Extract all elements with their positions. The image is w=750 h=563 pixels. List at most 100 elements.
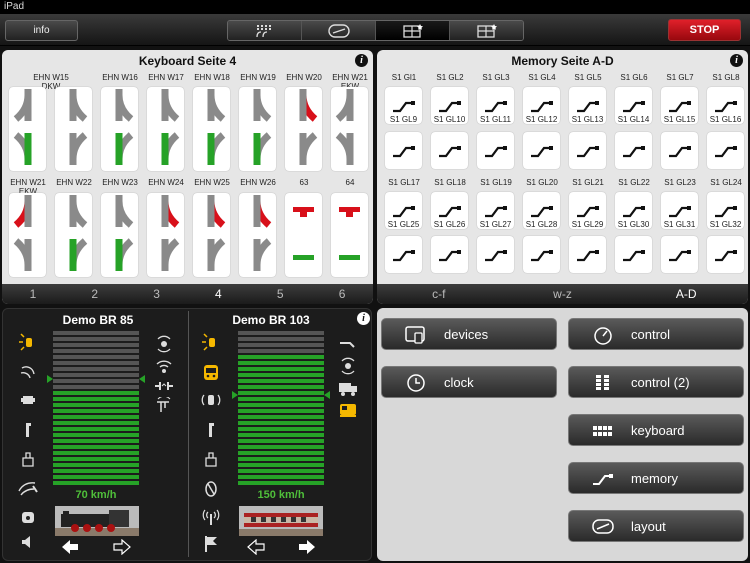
memory-route-button[interactable]: S1 GL26 [431,192,468,229]
memory-route-button[interactable]: S1 GL14 [615,87,652,124]
layout-button[interactable]: layout [568,510,744,542]
memory-route-button[interactable] [661,132,698,169]
memory-route-button[interactable]: S1 GL15 [661,87,698,124]
memory-button[interactable]: memory [568,462,744,494]
devices-button[interactable]: devices [381,318,557,350]
layout-view-tab[interactable] [302,21,376,40]
info-icon[interactable]: i [357,312,370,325]
control-2-button[interactable]: control (2) [568,366,744,398]
memory-route-button[interactable]: S1 GL30 [615,192,652,229]
truck-icon[interactable] [337,379,359,397]
memory-route-button[interactable]: S1 GL29 [569,192,606,229]
memory-route-button[interactable]: S1 GL31 [661,192,698,229]
memory-tab-a-d[interactable]: A-D [624,284,748,304]
switch-button[interactable] [55,193,92,277]
arrow-left-icon[interactable] [61,539,79,555]
flag-icon[interactable] [200,535,222,553]
keyboard-button[interactable]: keyboard [568,414,744,446]
sound-icon[interactable] [17,533,39,551]
memory-route-button[interactable] [569,132,606,169]
arrow-right-icon[interactable] [298,539,316,555]
keyboard-tab-6[interactable]: 6 [311,284,373,304]
uncouple-icon[interactable] [153,377,175,395]
keyboard-tab-4[interactable]: 4 [187,284,249,304]
memory-route-button[interactable]: S1 GL25 [385,192,422,229]
keyboard-tab-1[interactable]: 1 [2,284,64,304]
keyboard-memory-view-tab[interactable] [376,21,450,40]
radio-signal-icon[interactable] [153,335,175,353]
memory-route-button[interactable] [385,236,422,273]
memory-route-button[interactable]: S1 GL32 [707,192,744,229]
memory-route-button[interactable]: S1 GL12 [523,87,560,124]
info-icon[interactable]: i [355,54,368,67]
memory-view-tab[interactable] [450,21,523,40]
memory-route-button[interactable]: S1 GL28 [523,192,560,229]
memory-route-button[interactable] [707,132,744,169]
memory-route-button[interactable] [615,236,652,273]
loco-1-speed-slider[interactable] [53,331,139,485]
whistle-icon[interactable] [17,364,39,382]
brake-icon[interactable] [200,450,222,468]
engine-sound-icon[interactable] [17,391,39,409]
memory-route-button[interactable] [385,132,422,169]
switch-button[interactable] [193,193,230,277]
keyboard-view-tab[interactable] [228,21,302,40]
headlight-icon[interactable] [200,333,222,351]
memory-route-button[interactable] [477,236,514,273]
memory-route-button[interactable]: S1 GL16 [707,87,744,124]
bus-icon[interactable] [200,364,222,382]
memory-route-button[interactable]: S1 GL27 [477,192,514,229]
switch-button[interactable] [101,193,138,277]
pantograph-icon[interactable] [200,479,222,497]
info-icon[interactable]: i [730,54,743,67]
shunting-icon[interactable] [17,479,39,497]
keyboard-tab-5[interactable]: 5 [249,284,311,304]
switch-button[interactable] [147,193,184,277]
crane-icon[interactable] [153,397,175,415]
switch-button[interactable] [239,87,276,171]
switch-button[interactable] [331,87,368,171]
loco-small-icon[interactable] [337,401,359,419]
memory-route-button[interactable] [661,236,698,273]
radio-bus-icon[interactable] [200,391,222,409]
memory-route-button[interactable] [615,132,652,169]
memory-route-button[interactable] [431,236,468,273]
switch-button[interactable] [101,87,138,171]
switch-button[interactable] [193,87,230,171]
memory-route-button[interactable]: S1 GL9 [385,87,422,124]
radio-signal-icon[interactable] [337,357,359,375]
memory-route-button[interactable]: S1 GL11 [477,87,514,124]
brake-icon[interactable] [17,450,39,468]
memory-route-button[interactable]: S1 GL13 [569,87,606,124]
switch-button[interactable] [285,87,322,171]
pipe-icon[interactable] [337,335,359,353]
switch-button[interactable] [55,87,92,171]
headlight-icon[interactable] [17,333,39,351]
switch-button[interactable] [331,193,368,277]
keyboard-tab-3[interactable]: 3 [126,284,188,304]
memory-route-button[interactable] [523,132,560,169]
memory-route-button[interactable] [431,132,468,169]
keyboard-tab-2[interactable]: 2 [64,284,126,304]
control-button[interactable]: control [568,318,744,350]
switch-button[interactable] [285,193,322,277]
memory-route-button[interactable] [523,236,560,273]
arrow-left-icon[interactable] [247,539,265,555]
info-button[interactable]: info [5,20,78,41]
coupler-icon[interactable] [200,421,222,439]
memory-route-button[interactable]: S1 GL10 [431,87,468,124]
clock-button[interactable]: clock [381,366,557,398]
memory-tab-c-f[interactable]: c-f [377,284,501,304]
memory-route-button[interactable] [569,236,606,273]
switch-button[interactable] [147,87,184,171]
loco-2-speed-slider[interactable] [238,331,324,485]
memory-route-button[interactable] [477,132,514,169]
radio-tower-icon[interactable] [200,508,222,526]
switch-button[interactable] [239,193,276,277]
memory-tab-w-z[interactable]: w-z [501,284,625,304]
radio-signal-icon[interactable] [153,357,175,375]
stop-button[interactable]: STOP [668,19,741,41]
switch-button[interactable] [9,87,46,171]
switch-button[interactable] [9,193,46,277]
cab-light-icon[interactable] [17,508,39,526]
